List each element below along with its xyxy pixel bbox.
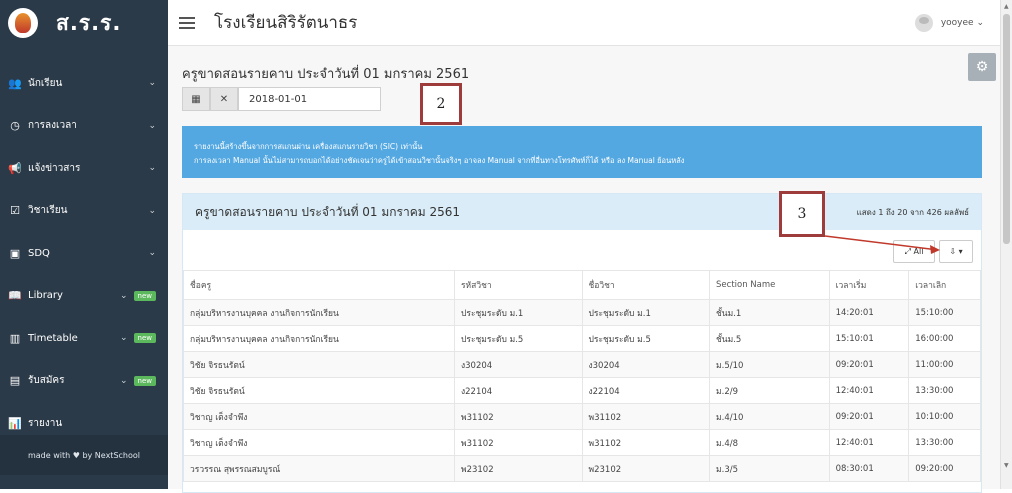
bar-chart-icon: 📊 [8, 416, 22, 430]
user-name: yooyee ⌄ [940, 18, 984, 28]
table-icon: ▥ [9, 331, 21, 345]
users-icon: 👥 [8, 76, 22, 90]
sidebar-item[interactable]: ☑ วิชาเรียน ⌄ [0, 190, 168, 233]
sidebar-item-label: แจ้งข่าวสาร [28, 162, 81, 174]
chevron-down-icon: ⌄ [148, 205, 156, 216]
sidebar-item[interactable]: ▤ รับสมัคร ⌄ new [0, 360, 168, 403]
new-badge: new [133, 375, 156, 386]
chevron-down-icon: ⌄ [119, 290, 128, 301]
sidebar-item-label: Library [28, 290, 63, 302]
sidebar-item[interactable]: ◷ การลงเวลา ⌄ [0, 105, 168, 148]
brand[interactable]: ส.ร.ร. [0, 0, 168, 46]
chevron-down-icon: ⌄ [148, 78, 156, 89]
sidebar-item[interactable]: 📢 แจ้งข่าวสาร ⌄ [0, 147, 168, 190]
sidebar-item[interactable]: ▣ SDQ ⌄ [0, 232, 168, 275]
avatar [914, 14, 933, 32]
user-menu[interactable]: yooyee ⌄ [914, 14, 984, 32]
sidebar-item[interactable]: 📖 Library ⌄ new [0, 275, 168, 318]
sidebar-item[interactable]: ▥ Timetable ⌄ new [0, 317, 168, 360]
sidebar-footer: made with ♥ by NextSchool [0, 435, 168, 475]
sidebar-item-label: รับสมัคร [28, 375, 65, 387]
list-box-icon: ▣ [9, 246, 21, 260]
sidebar-item-label: นักเรียน [28, 77, 63, 89]
main-content: ครูขาดสอนรายคาบ ประจำวันที่ 01 มกราคม 25… [168, 46, 1000, 493]
annotation-arrow-line [824, 235, 939, 251]
scroll-up-icon[interactable]: ▲ [1004, 3, 1009, 10]
brand-name: ส.ร.ร. [56, 10, 122, 35]
sidebar-item-label: Timetable [28, 332, 78, 344]
sidebar-item-label: วิชาเรียน [28, 205, 68, 217]
hamburger-menu-icon[interactable] [179, 16, 195, 29]
page-scrollbar[interactable]: ▲ ▼ [1000, 0, 1012, 489]
school-name: โรงเรียนสิริรัตนาธร [214, 13, 358, 33]
megaphone-icon: 📢 [8, 161, 22, 175]
chevron-down-icon: ⌄ [148, 248, 156, 259]
sidebar-item-label: SDQ [28, 247, 50, 259]
chevron-down-icon: ⌄ [148, 163, 156, 174]
sidebar: ส.ร.ร. 👥 นักเรียน ⌄ ◷ การลงเวลา ⌄ 📢 แจ้งข่าวสาร… [0, 0, 168, 489]
sidebar-item-label: รายงาน [28, 417, 63, 429]
scroll-down-icon[interactable]: ▼ [1004, 462, 1009, 469]
topbar: โรงเรียนสิริรัตนาธร yooyee ⌄ [168, 0, 1000, 46]
clock-icon: ◷ [10, 119, 20, 133]
chevron-down-icon: ⌄ [119, 375, 128, 386]
school-logo-icon [8, 8, 38, 38]
sidebar-item-label: การลงเวลา [28, 120, 77, 132]
sidebar-menu: 👥 นักเรียน ⌄ ◷ การลงเวลา ⌄ 📢 แจ้งข่าวสาร ⌄ ☑ วิชาเ… [0, 62, 168, 445]
scrollbar-thumb[interactable] [1003, 14, 1010, 244]
chevron-down-icon: ⌄ [119, 333, 128, 344]
form-icon: ▤ [9, 374, 21, 388]
new-badge: new [133, 290, 156, 301]
calendar-check-icon: ☑ [10, 204, 20, 218]
annotation-arrow [824, 235, 940, 254]
new-badge: new [133, 333, 156, 344]
sidebar-item[interactable]: 👥 นักเรียน ⌄ [0, 62, 168, 105]
chevron-down-icon: ⌄ [148, 120, 156, 131]
annotation-arrow-head [930, 245, 940, 254]
book-icon: 📖 [8, 289, 22, 303]
